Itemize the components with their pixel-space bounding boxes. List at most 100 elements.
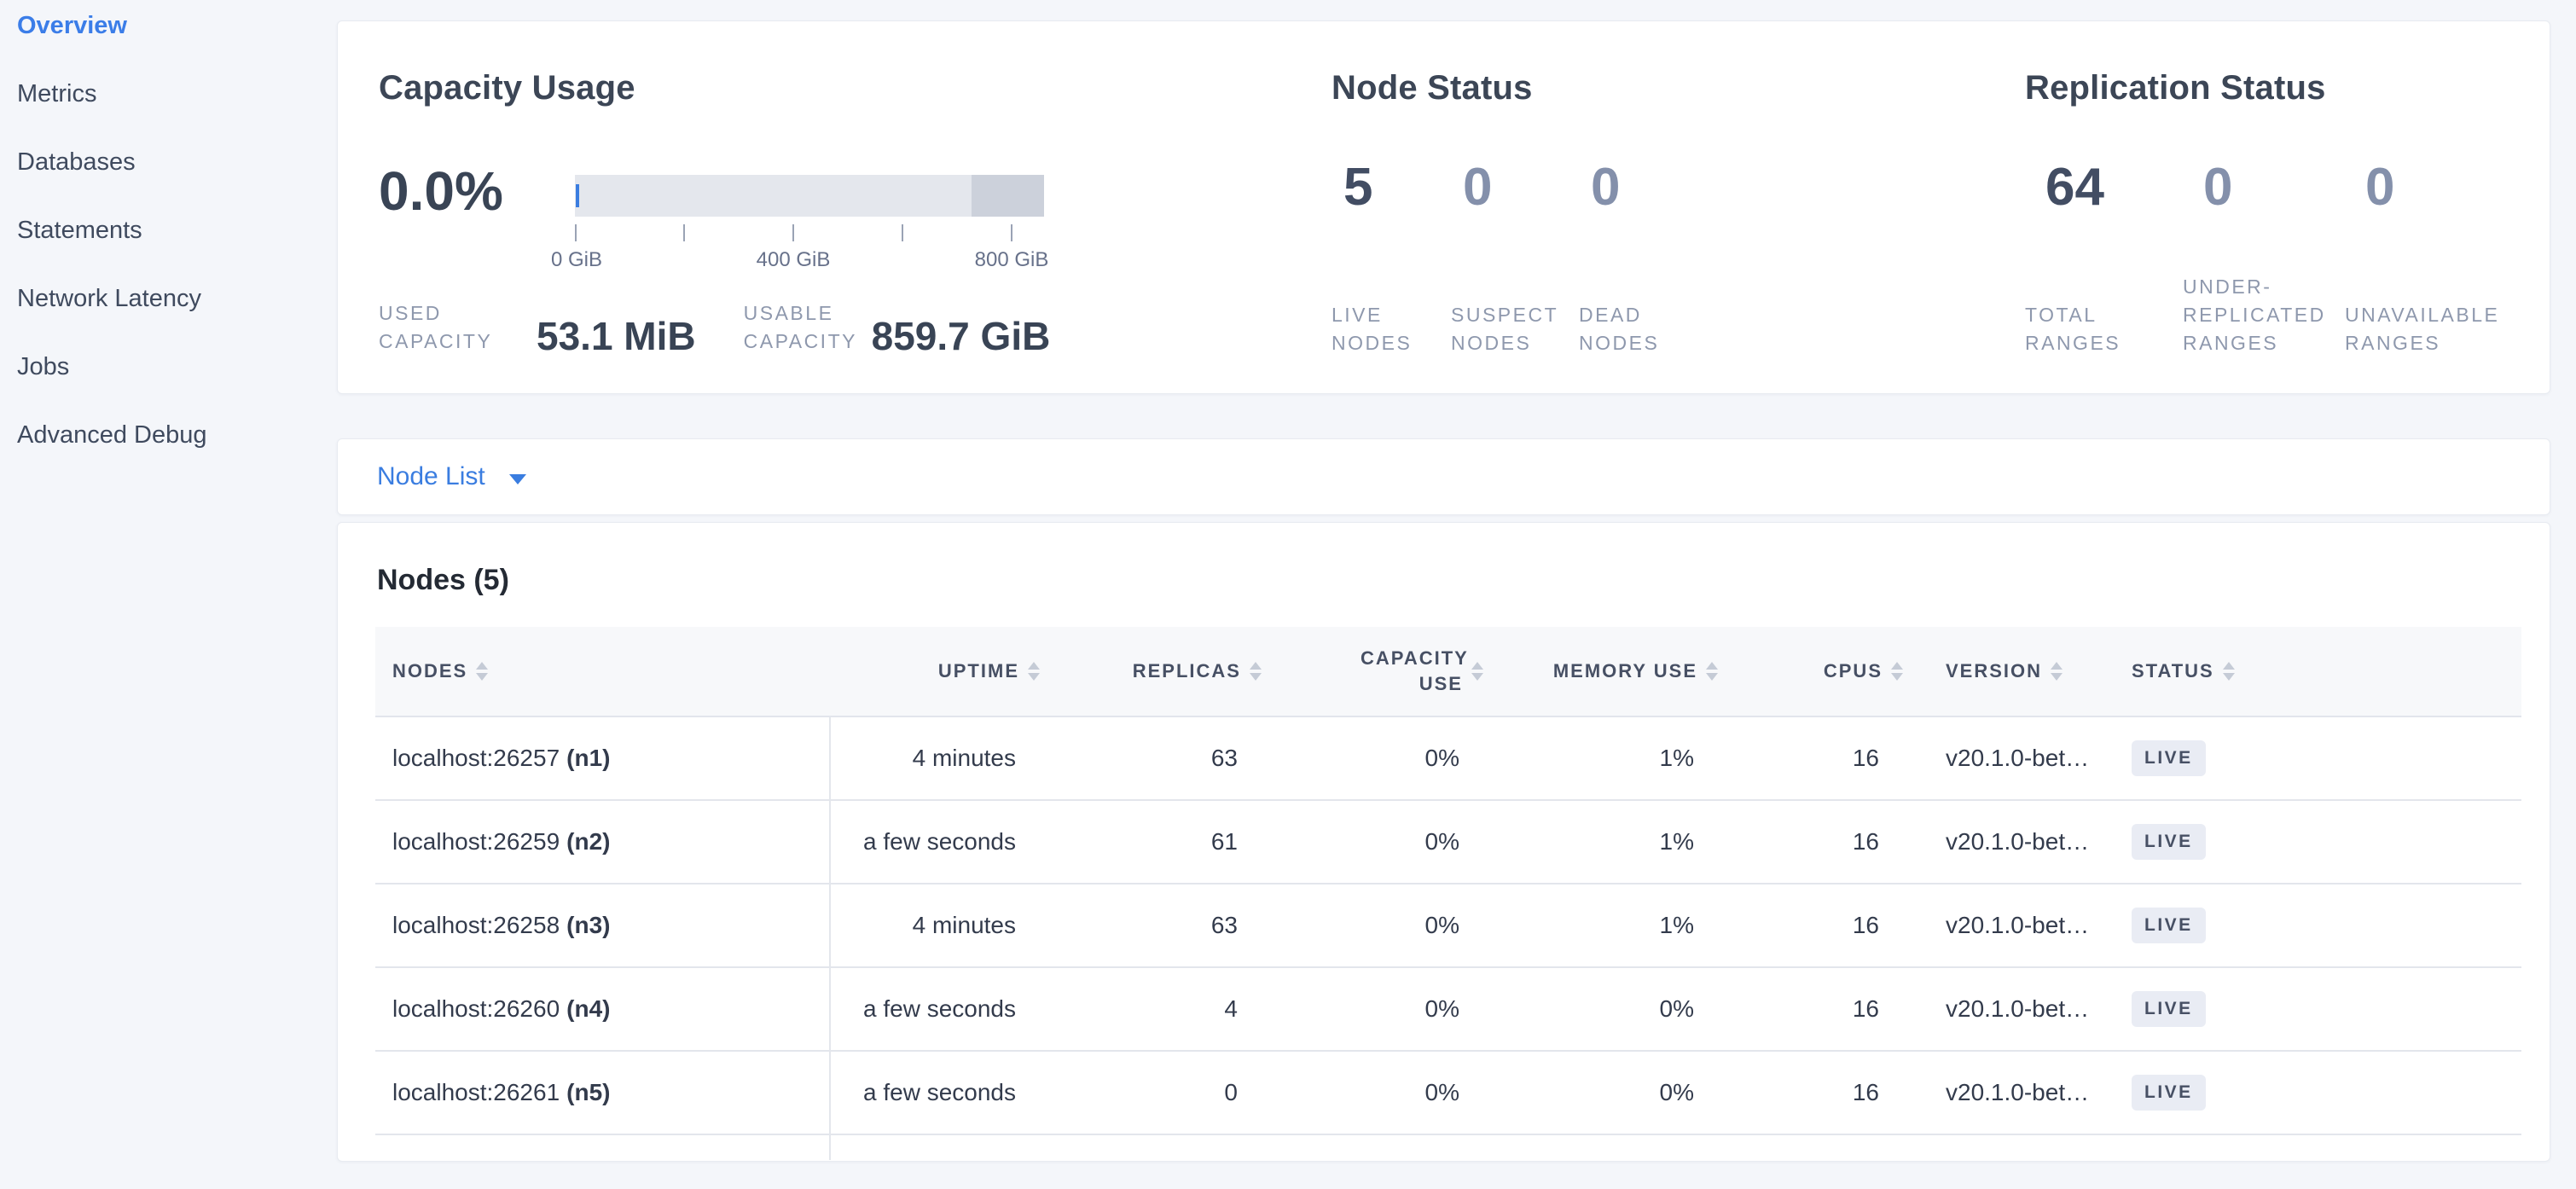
column-header-label: VERSION: [1946, 660, 2042, 682]
capacity-stats: USED CAPACITY 53.1 MiB USABLE CAPACITY 8…: [379, 299, 1050, 356]
column-header-capacity-use[interactable]: CAPACITY USE: [1263, 627, 1485, 716]
memory-use-cell: 0%: [1485, 968, 1720, 1050]
column-header-nodes[interactable]: NODES: [375, 627, 831, 716]
sidebar-item-network-latency[interactable]: Network Latency: [17, 273, 324, 341]
cpus-cell: 16: [1720, 968, 1905, 1050]
table-row: localhost:26261(n5) a few seconds 0 0% 0…: [375, 1052, 2521, 1135]
suspect-nodes-stat: 0 SUSPECT NODES: [1451, 21, 1579, 395]
node-list-dropdown-label: Node List: [377, 462, 485, 491]
sidebar-item-overview[interactable]: Overview: [17, 0, 324, 68]
axis-tick: [683, 224, 685, 241]
capacity-bar-reserved-segment: [972, 175, 1044, 217]
status-cell: LIVE: [2116, 884, 2521, 966]
version-cell: v20.1.0-bet…: [1905, 884, 2116, 966]
sidebar-item-statements[interactable]: Statements: [17, 205, 324, 273]
replication-status-section: Replication Status 64 TOTAL RANGES 0 UND…: [2025, 21, 2551, 395]
replicas-cell: 63: [1041, 884, 1263, 966]
total-ranges-value: 64: [2045, 158, 2104, 218]
sidebar-item-metrics[interactable]: Metrics: [17, 68, 324, 136]
column-header-label: NODES: [392, 660, 467, 682]
nodes-table-card: Nodes (5) NODES UPTIME REPLICAS CAPACITY…: [337, 522, 2550, 1162]
column-header-label: CAPACITY USE: [1361, 646, 1463, 697]
column-header-label: UPTIME: [938, 660, 1019, 682]
live-nodes-label: LIVE NODES: [1332, 301, 1425, 357]
column-header-status[interactable]: STATUS: [2116, 627, 2521, 716]
column-header-uptime[interactable]: UPTIME: [831, 627, 1041, 716]
cpus-cell: 16: [1720, 801, 1905, 883]
column-header-label: REPLICAS: [1133, 660, 1241, 682]
sidebar-item-databases[interactable]: Databases: [17, 136, 324, 205]
axis-tick: [575, 224, 577, 241]
column-header-replicas[interactable]: REPLICAS: [1041, 627, 1263, 716]
dead-nodes-stat: 0 DEAD NODES: [1579, 21, 1703, 395]
status-cell: LIVE: [2116, 1052, 2521, 1134]
uptime-cell: a few seconds: [831, 1052, 1041, 1134]
memory-use-cell: 1%: [1485, 801, 1720, 883]
capacity-gauge: 0 GiB 400 GiB 800 GiB: [575, 175, 1044, 217]
capacity-use-cell: 0%: [1263, 1052, 1485, 1134]
column-header-memory-use[interactable]: MEMORY USE: [1485, 627, 1720, 716]
sort-icon[interactable]: [1706, 662, 1718, 681]
node-status-section: Node Status 5 LIVE NODES 0 SUSPECT NODES…: [1332, 21, 2014, 395]
used-capacity-value: 53.1 MiB: [537, 316, 696, 356]
suspect-nodes-value: 0: [1463, 158, 1492, 218]
capacity-use-cell: 0%: [1263, 801, 1485, 883]
sort-icon[interactable]: [476, 662, 488, 681]
overview-page: Overview Metrics Databases Statements Ne…: [0, 0, 2576, 1189]
sidebar-item-advanced-debug[interactable]: Advanced Debug: [17, 409, 324, 478]
axis-tick: [902, 224, 903, 241]
replicas-cell: 63: [1041, 717, 1263, 799]
column-header-cpus[interactable]: CPUS: [1720, 627, 1905, 716]
capacity-percent: 0.0%: [379, 160, 503, 223]
chevron-down-icon: [509, 474, 526, 484]
live-nodes-value: 5: [1343, 158, 1372, 218]
node-name-cell[interactable]: localhost:26260(n4): [375, 968, 831, 1050]
sort-icon[interactable]: [2051, 662, 2063, 681]
node-name-cell[interactable]: localhost:26257(n1): [375, 717, 831, 799]
status-cell: LIVE: [2116, 801, 2521, 883]
table-row: localhost:26259(n2) a few seconds 61 0% …: [375, 801, 2521, 884]
sort-icon[interactable]: [1028, 662, 1040, 681]
unavailable-ranges-value: 0: [2365, 158, 2394, 218]
memory-use-cell: 0%: [1485, 1052, 1720, 1134]
axis-tick: [792, 224, 794, 241]
dead-nodes-value: 0: [1591, 158, 1620, 218]
table-row: localhost:26258(n3) 4 minutes 63 0% 1% 1…: [375, 884, 2521, 968]
capacity-use-cell: 0%: [1263, 884, 1485, 966]
used-capacity-label: USED CAPACITY: [379, 299, 537, 356]
uptime-cell: a few seconds: [831, 968, 1041, 1050]
uptime-cell: 4 minutes: [831, 884, 1041, 966]
node-name-cell[interactable]: localhost:26259(n2): [375, 801, 831, 883]
node-list-dropdown[interactable]: Node List: [338, 439, 2550, 514]
nodes-section-title: Nodes (5): [377, 564, 509, 597]
node-name-cell[interactable]: localhost:26261(n5): [375, 1052, 831, 1134]
usable-capacity-label: USABLE CAPACITY: [744, 299, 872, 356]
memory-use-cell: 1%: [1485, 717, 1720, 799]
replicas-cell: 4: [1041, 968, 1263, 1050]
column-header-version[interactable]: VERSION: [1905, 627, 2116, 716]
cpus-cell: 16: [1720, 1052, 1905, 1134]
sort-icon[interactable]: [1891, 662, 1903, 681]
axis-label-400gib: 400 GiB: [757, 248, 831, 272]
axis-tick: [1011, 224, 1012, 241]
usable-capacity-value: 859.7 GiB: [872, 316, 1051, 356]
unavailable-ranges-stat: 0 UNAVAILABLE RANGES: [2345, 21, 2554, 395]
status-badge: LIVE: [2132, 991, 2206, 1027]
version-cell: v20.1.0-bet…: [1905, 801, 2116, 883]
axis-label-800gib: 800 GiB: [975, 248, 1049, 272]
status-badge: LIVE: [2132, 1075, 2206, 1111]
sidebar: Overview Metrics Databases Statements Ne…: [0, 0, 324, 478]
sidebar-item-jobs[interactable]: Jobs: [17, 341, 324, 409]
node-name-cell[interactable]: localhost:26258(n3): [375, 884, 831, 966]
column-header-label: STATUS: [2132, 660, 2214, 682]
first-column-divider-stub: [375, 1135, 831, 1160]
version-cell: v20.1.0-bet…: [1905, 717, 2116, 799]
version-cell: v20.1.0-bet…: [1905, 968, 2116, 1050]
status-badge: LIVE: [2132, 908, 2206, 943]
sort-icon[interactable]: [1250, 662, 1262, 681]
capacity-bar-used-marker: [576, 184, 579, 207]
sort-icon[interactable]: [1471, 662, 1483, 681]
under-replicated-ranges-label: UNDER-REPLICATED RANGES: [2183, 273, 2353, 357]
replicas-cell: 61: [1041, 801, 1263, 883]
sort-icon[interactable]: [2223, 662, 2235, 681]
